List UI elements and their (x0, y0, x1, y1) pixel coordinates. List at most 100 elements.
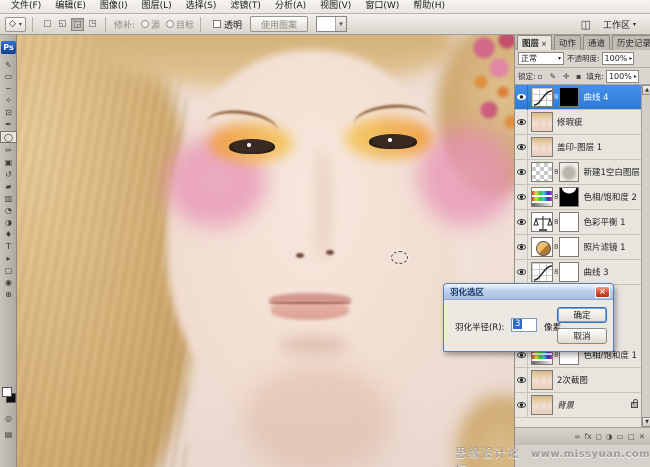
destination-radio[interactable] (166, 20, 174, 28)
path-selection-tool-icon[interactable]: ▸ (0, 253, 17, 265)
brush-tool-icon[interactable]: ✏ (0, 145, 17, 157)
transparent-checkbox[interactable] (213, 20, 221, 28)
visibility-toggle[interactable] (515, 260, 528, 285)
bridge-icon[interactable]: ◫ (581, 18, 591, 31)
hue-saturation-thumbnail[interactable] (531, 187, 553, 207)
intersect-selection-mode-button[interactable]: ◳ (86, 18, 99, 31)
photo-layer-thumbnail[interactable] (531, 137, 553, 157)
photo-layer-thumbnail[interactable] (531, 112, 553, 132)
link-layers-icon[interactable]: ∞ (574, 432, 580, 441)
slider-arrow-icon[interactable]: ▸ (634, 73, 637, 80)
menu-window[interactable]: 窗口(W) (358, 0, 406, 13)
source-radio[interactable] (141, 20, 149, 28)
tab-channels[interactable]: 通道 (583, 35, 610, 50)
layer-row-hue-saturation-2[interactable]: 8 色相/饱和度 2 (515, 185, 641, 210)
menu-file[interactable]: 文件(F) (4, 0, 48, 13)
subtract-selection-mode-button[interactable]: ◲ (71, 18, 84, 31)
photo-layer-thumbnail[interactable] (531, 395, 553, 415)
layer-mask-thumbnail[interactable] (559, 262, 579, 282)
layer-row-photo-filter-1[interactable]: 8 照片滤镜 1 (515, 235, 641, 260)
quick-mask-icon[interactable]: ◎ (0, 413, 17, 425)
menu-select[interactable]: 选择(S) (179, 0, 224, 13)
type-tool-icon[interactable]: T (0, 241, 17, 253)
layer-row-color-balance-1[interactable]: 8 色彩平衡 1 (515, 210, 641, 235)
patch-tool-icon[interactable]: ◯ (0, 131, 17, 143)
lasso-tool-icon[interactable]: ∽ (0, 83, 17, 95)
layer-row-curves-3[interactable]: 8 曲线 3 (515, 260, 641, 285)
visibility-toggle[interactable] (515, 235, 528, 260)
opacity-input[interactable]: 100% ▸ (602, 52, 635, 65)
history-brush-tool-icon[interactable]: ↺ (0, 169, 17, 181)
dodge-tool-icon[interactable]: ◑ (0, 217, 17, 229)
feather-radius-input[interactable]: 3 (511, 318, 537, 332)
menu-image[interactable]: 图像(I) (93, 0, 135, 13)
document-canvas[interactable] (17, 35, 514, 467)
menu-edit[interactable]: 编辑(E) (48, 0, 93, 13)
visibility-toggle[interactable] (515, 135, 528, 160)
layer-row-blemish-fix[interactable]: 修瑕疵 (515, 110, 641, 135)
layer-style-icon[interactable]: fx (585, 432, 592, 441)
tab-history[interactable]: 历史记录 (612, 35, 650, 50)
eraser-tool-icon[interactable]: ▰ (0, 181, 17, 193)
layer-mask-thumbnail[interactable] (559, 162, 579, 182)
dialog-title-bar[interactable]: 羽化选区 × (444, 284, 613, 300)
blur-tool-icon[interactable]: ◔ (0, 205, 17, 217)
curves-adjustment-thumbnail[interactable] (531, 87, 553, 107)
layer-name[interactable]: 色彩平衡 1 (583, 216, 625, 228)
ok-button[interactable]: 确定 (557, 307, 607, 323)
visibility-toggle[interactable] (515, 85, 528, 110)
adjustment-layer-icon[interactable]: ◑ (606, 432, 613, 441)
menu-analysis[interactable]: 分析(A) (268, 0, 313, 13)
scroll-up-icon[interactable]: ▲ (642, 85, 650, 95)
crop-tool-icon[interactable]: ⊡ (0, 107, 17, 119)
layer-name[interactable]: 2次截图 (557, 374, 588, 386)
menu-help[interactable]: 帮助(H) (406, 0, 452, 13)
tab-layers[interactable]: 图层× (517, 35, 552, 50)
visibility-toggle[interactable] (515, 368, 528, 393)
layer-mask-thumbnail[interactable] (559, 212, 579, 232)
cancel-button[interactable]: 取消 (557, 328, 607, 344)
transparent-layer-thumbnail[interactable] (531, 162, 553, 182)
photo-layer-thumbnail[interactable] (531, 370, 553, 390)
layer-row-second-cutout[interactable]: 2次截图 (515, 368, 641, 393)
foreground-color-swatch[interactable] (2, 387, 12, 397)
photo-filter-thumbnail[interactable] (531, 237, 553, 257)
lock-icons[interactable]: ▫ ✎ ✛ ▪ (538, 72, 584, 81)
visibility-toggle[interactable] (515, 393, 528, 418)
visibility-toggle[interactable] (515, 160, 528, 185)
workspace-button[interactable]: 工作区 ▾ (597, 17, 642, 32)
layer-name[interactable]: 背景 (557, 399, 574, 411)
layer-mask-thumbnail[interactable] (559, 87, 579, 107)
tool-preset-picker[interactable]: ◇ ▾ (5, 17, 26, 32)
layer-row-background[interactable]: 背景 (515, 393, 641, 418)
selection-marquee[interactable] (391, 251, 408, 264)
visibility-toggle[interactable] (515, 185, 528, 210)
visibility-toggle[interactable] (515, 110, 528, 135)
move-tool-icon[interactable]: ⇖ (0, 59, 17, 71)
layer-name[interactable]: 修瑕疵 (557, 116, 583, 128)
delete-layer-icon[interactable]: ✕ (639, 432, 645, 441)
layer-name[interactable]: 色相/饱和度 2 (583, 191, 636, 203)
layer-mask-thumbnail[interactable] (559, 237, 579, 257)
clone-stamp-tool-icon[interactable]: ▣ (0, 157, 17, 169)
add-mask-icon[interactable]: ◻ (596, 432, 602, 441)
eyedropper-tool-icon[interactable]: ✒ (0, 119, 17, 131)
add-selection-mode-button[interactable]: ◱ (56, 18, 69, 31)
zoom-tool-icon[interactable]: ⊕ (0, 289, 17, 301)
layer-name[interactable]: 曲线 4 (583, 91, 608, 103)
curves-adjustment-thumbnail[interactable] (531, 262, 553, 282)
visibility-toggle[interactable] (515, 210, 528, 235)
slider-arrow-icon[interactable]: ▸ (629, 55, 632, 62)
shape-tool-icon[interactable]: ▢ (0, 265, 17, 277)
menu-layer[interactable]: 图层(L) (135, 0, 179, 13)
pen-tool-icon[interactable]: ♦ (0, 229, 17, 241)
use-pattern-button[interactable]: 使用图案 (250, 16, 308, 32)
gradient-tool-icon[interactable]: ▥ (0, 193, 17, 205)
layer-row-new-blank-layer[interactable]: 8 新建1空白图层 (515, 160, 641, 185)
layer-name[interactable]: 曲线 3 (583, 266, 608, 278)
layer-name[interactable]: 新建1空白图层 (583, 166, 639, 178)
menu-view[interactable]: 视图(V) (313, 0, 358, 13)
layer-mask-thumbnail[interactable] (559, 187, 579, 207)
close-icon[interactable]: × (541, 40, 547, 48)
pattern-picker[interactable]: ▾ (316, 16, 347, 32)
